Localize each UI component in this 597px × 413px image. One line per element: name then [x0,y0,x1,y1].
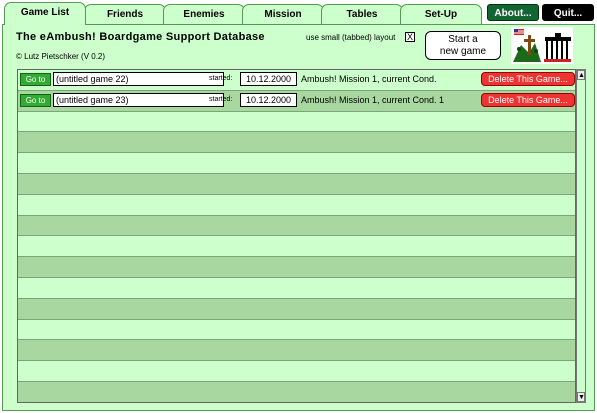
empty-row [18,319,575,341]
empty-row [18,236,575,258]
table-row: Go to (untitled game 22) started: 10.12.… [18,70,575,91]
empty-row [18,173,575,195]
list-scrollbar[interactable]: ▲ ▼ [576,69,586,403]
start-date-field[interactable]: 10.12.2000 [240,72,297,86]
about-button[interactable]: About... [487,4,539,21]
start-button-line1: Start a [448,34,478,45]
credit-text: © Lutz Pietschker (V 0.2) [16,52,106,61]
mission-text: Ambush! Mission 1, current Cond. [301,74,437,84]
tab-bar: Game List Friends Enemies Mission Tables… [0,0,597,25]
app-window: Game List Friends Enemies Mission Tables… [0,0,597,413]
table-row: Go to (untitled game 23) started: 10.12.… [18,90,575,112]
game-list: Go to (untitled game 22) started: 10.12.… [17,69,576,403]
started-label: started: [209,95,233,103]
scroll-down-icon[interactable]: ▼ [577,392,585,402]
mission-text: Ambush! Mission 1, current Cond. 1 [301,94,445,105]
empty-row [18,381,575,402]
empty-row [18,111,575,133]
goto-button[interactable]: Go to [20,73,51,86]
scroll-up-icon[interactable]: ▲ [577,70,585,80]
empty-row [18,215,575,237]
start-new-game-button[interactable]: Start a new game [425,31,501,60]
app-logo [511,27,573,64]
start-button-line2: new game [439,46,487,57]
delete-game-button[interactable]: Delete This Game... [481,72,575,86]
empty-row [18,277,575,299]
game-name-field[interactable]: (untitled game 22) [53,72,224,86]
tab-tables[interactable]: Tables [321,4,403,24]
tab-mission[interactable]: Mission [242,4,324,24]
empty-row [18,153,575,174]
tab-enemies[interactable]: Enemies [163,4,245,24]
small-layout-checkbox[interactable]: X [405,32,415,42]
layout-option-label: use small (tabbed) layout [306,33,396,42]
delete-game-button[interactable]: Delete This Game... [481,92,575,107]
empty-row [18,340,575,362]
game-name-field[interactable]: (untitled game 23) [53,92,224,107]
empty-row [18,361,575,382]
tab-set-up[interactable]: Set-Up [400,4,482,24]
tab-friends[interactable]: Friends [84,4,166,24]
empty-row [18,194,575,216]
goto-button[interactable]: Go to [20,93,51,107]
quit-button[interactable]: Quit... [542,4,594,21]
empty-row [18,298,575,320]
empty-row [18,132,575,154]
flag-icon [514,29,524,35]
start-date-field[interactable]: 10.12.2000 [240,92,297,107]
page-title: The eAmbush! Boardgame Support Database [16,31,265,43]
tab-game-list[interactable]: Game List [4,2,86,25]
started-label: started: [209,75,233,82]
empty-row [18,257,575,278]
